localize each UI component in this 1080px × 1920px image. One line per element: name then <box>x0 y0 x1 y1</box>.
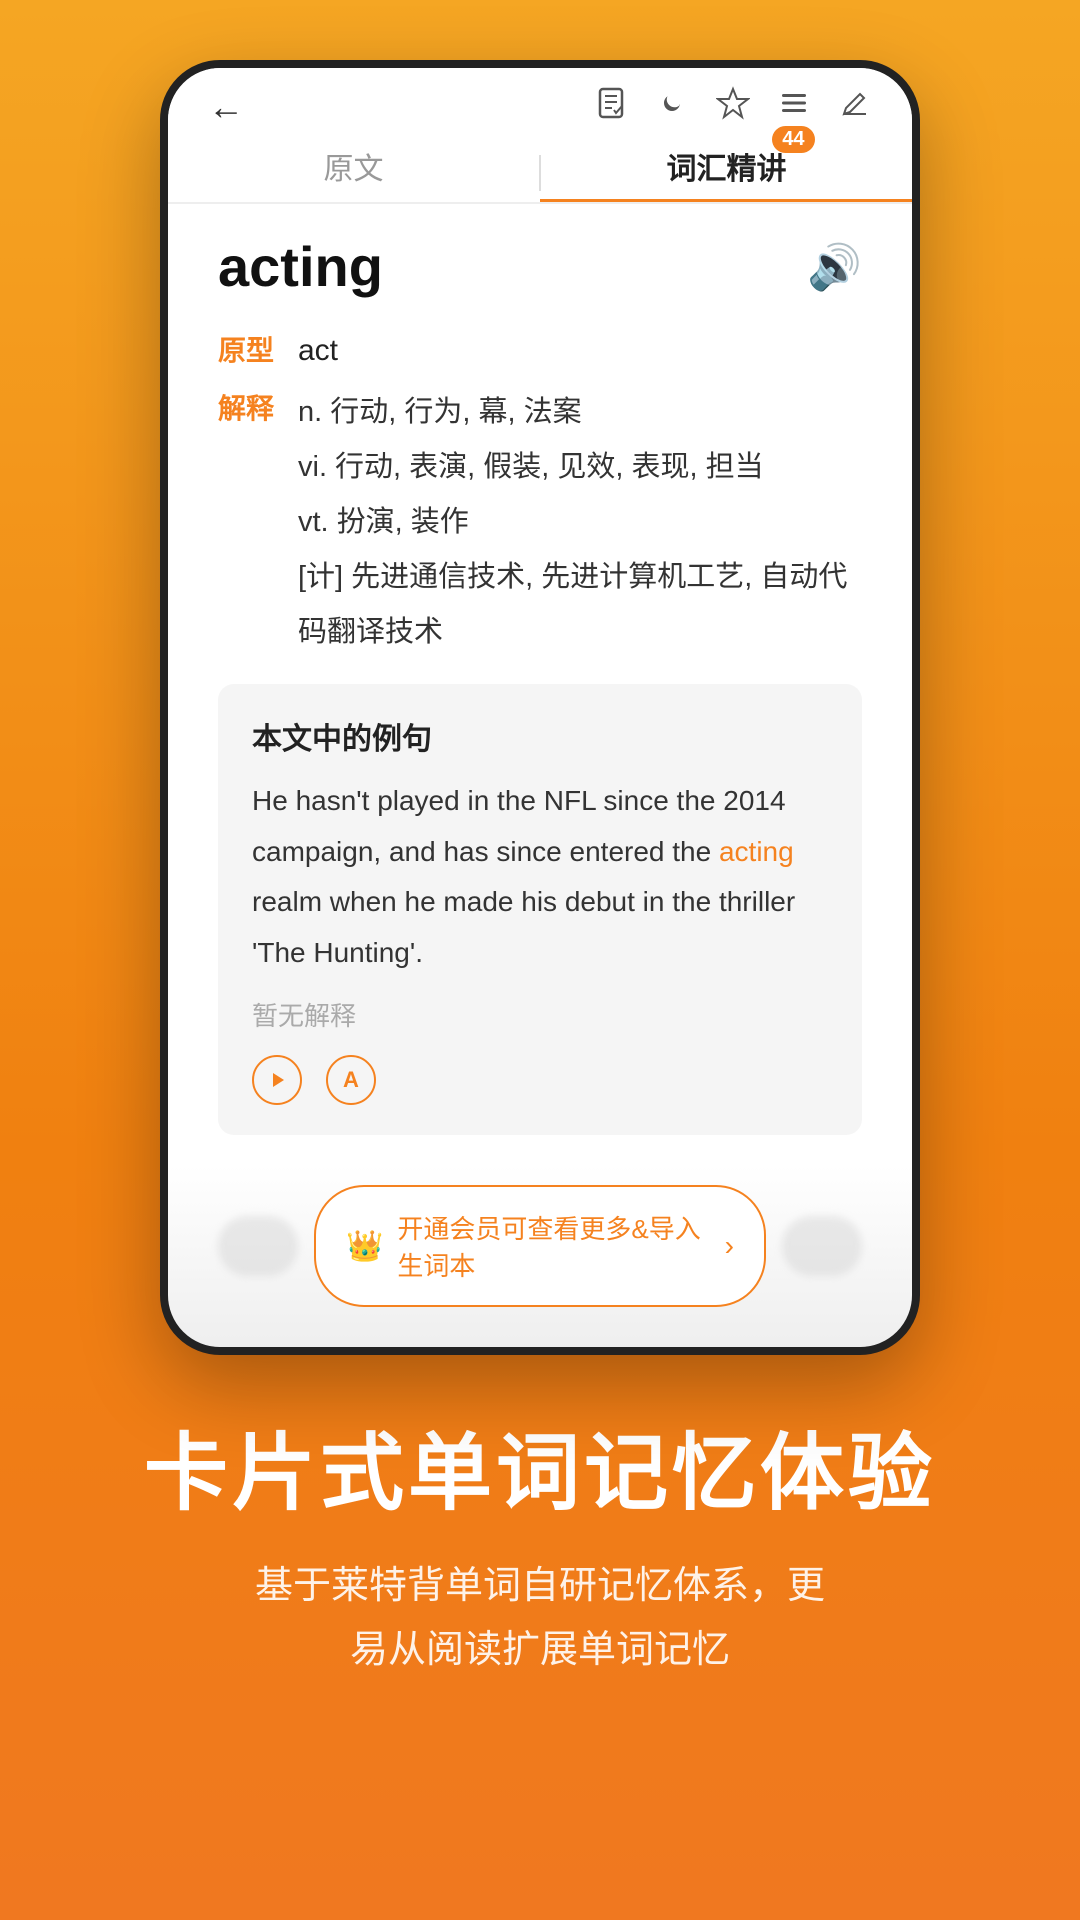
blur-left <box>218 1216 298 1276</box>
translate-icon[interactable]: A <box>326 1055 376 1105</box>
definition-row: 解释 n. 行动, 行为, 幕, 法案 vi. 行动, 表演, 假装, 见效, … <box>218 385 862 660</box>
phone-mockup: ← <box>160 60 920 1355</box>
example-icons: A <box>252 1055 828 1105</box>
example-before: He hasn't played in the NFL since the 20… <box>252 785 786 866</box>
play-example-icon[interactable] <box>252 1055 302 1105</box>
def-line-2: vi. 行动, 表演, 假装, 见效, 表现, 担当 <box>298 440 862 495</box>
def-line-4: [计] 先进通信技术, 先进计算机工艺, 自动代码翻译技术 <box>298 550 862 660</box>
tab-underline <box>540 199 912 202</box>
cta-button[interactable]: 👑 开通会员可查看更多&导入生词本 › <box>314 1185 766 1307</box>
prototype-row: 原型 act <box>218 327 862 375</box>
tagline-sub: 基于莱特背单词自研记忆体系，更易从阅读扩展单词记忆 <box>60 1554 1020 1683</box>
star-icon[interactable] <box>716 86 750 128</box>
def-line-3: vt. 扮演, 装作 <box>298 495 862 550</box>
prototype-value: act <box>298 327 862 375</box>
no-explanation: 暂无解释 <box>252 996 828 1033</box>
tab-vocab[interactable]: 词汇精讲 44 <box>541 144 912 202</box>
menu-icon[interactable] <box>778 87 810 127</box>
tab-original[interactable]: 原文 <box>168 144 539 202</box>
bookmark-icon[interactable] <box>594 86 628 128</box>
toolbar-icons <box>594 86 872 128</box>
blur-right <box>782 1216 862 1276</box>
tab-vocab-label: 词汇精讲 44 <box>667 144 787 188</box>
prototype-label: 原型 <box>218 327 298 369</box>
def-line-1: n. 行动, 行为, 幕, 法案 <box>298 385 862 440</box>
tab-bar: 原文 词汇精讲 44 <box>168 128 912 204</box>
word-title: acting <box>218 234 383 299</box>
cta-arrow: › <box>725 1230 734 1262</box>
back-button[interactable]: ← <box>208 86 244 128</box>
tagline-main: 卡片式单词记忆体验 <box>60 1425 1020 1522</box>
word-header: acting 🔊 <box>218 234 862 299</box>
example-after: realm when he made his debut in the thri… <box>252 886 795 967</box>
example-title: 本文中的例句 <box>252 714 828 758</box>
top-bar: ← <box>168 68 912 128</box>
bottom-cta-area: 👑 开通会员可查看更多&导入生词本 › <box>168 1165 912 1347</box>
vocab-badge: 44 <box>772 126 814 153</box>
word-content: acting 🔊 原型 act 解释 n. 行动, 行为, 幕, 法案 vi. … <box>168 204 912 1165</box>
cta-label: 开通会员可查看更多&导入生词本 <box>397 1209 710 1283</box>
crown-icon: 👑 <box>346 1229 383 1264</box>
edit-icon[interactable] <box>838 86 872 128</box>
definition-meanings: n. 行动, 行为, 幕, 法案 vi. 行动, 表演, 假装, 见效, 表现,… <box>298 385 862 660</box>
example-highlight: acting <box>719 836 794 867</box>
speaker-icon[interactable]: 🔊 <box>807 241 862 293</box>
example-text: He hasn't played in the NFL since the 20… <box>252 776 828 978</box>
night-mode-icon[interactable] <box>656 87 688 127</box>
tagline-section: 卡片式单词记忆体验 基于莱特背单词自研记忆体系，更易从阅读扩展单词记忆 <box>0 1355 1080 1763</box>
definition-label: 解释 <box>218 385 298 427</box>
example-box: 本文中的例句 He hasn't played in the NFL since… <box>218 684 862 1135</box>
